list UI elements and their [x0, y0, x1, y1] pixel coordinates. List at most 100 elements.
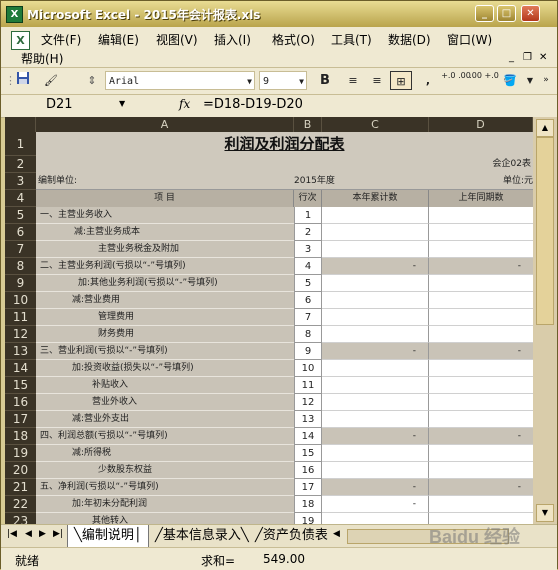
header-line-number[interactable]: 行次 — [294, 190, 322, 207]
column-header-d[interactable]: D — [429, 117, 533, 132]
line-number-cell[interactable]: 12 — [294, 394, 322, 411]
hscroll-left-arrow-icon[interactable]: ◀ — [333, 529, 340, 539]
row-header[interactable]: 3 — [5, 173, 36, 190]
line-number-cell[interactable]: 3 — [294, 241, 322, 258]
last-sheet-icon[interactable]: ▶| — [53, 529, 63, 539]
vertical-scrollbar[interactable]: ▲ ▼ — [533, 117, 557, 524]
previous-year-cell[interactable] — [429, 224, 533, 241]
unit-label[interactable]: 编制单位: — [38, 173, 158, 190]
current-year-cell[interactable]: - — [322, 343, 429, 360]
report-title[interactable]: 利润及利润分配表 — [36, 132, 533, 156]
row-header[interactable]: 20 — [5, 462, 36, 479]
previous-year-cell[interactable] — [429, 394, 533, 411]
menu-window[interactable]: 窗口(W) — [447, 31, 492, 48]
row-header[interactable]: 22 — [5, 496, 36, 513]
line-number-cell[interactable]: 7 — [294, 309, 322, 326]
item-cell[interactable]: 四、利润总额(亏损以“-”号填列) — [36, 428, 294, 445]
previous-year-cell[interactable] — [429, 275, 533, 292]
item-cell[interactable]: 其他转入 — [36, 513, 294, 524]
line-number-cell[interactable]: 10 — [294, 360, 322, 377]
previous-year-cell[interactable] — [429, 309, 533, 326]
previous-year-cell[interactable] — [429, 241, 533, 258]
name-box[interactable]: D21 — [46, 97, 73, 112]
header-previous-year[interactable]: 上年同期数 — [429, 190, 533, 207]
menu-view[interactable]: 视图(V) — [156, 31, 198, 48]
align-center-icon[interactable]: ≡ — [367, 71, 387, 90]
item-cell[interactable]: 减:主营业务成本 — [36, 224, 294, 241]
menu-edit[interactable]: 编辑(E) — [98, 31, 139, 48]
doc-restore-button[interactable]: ❐ — [523, 52, 532, 63]
row-header[interactable]: 1 — [5, 132, 36, 156]
fill-color-dropdown-icon[interactable]: ▼ — [525, 71, 535, 90]
row-header[interactable]: 9 — [5, 275, 36, 292]
toolbar-overflow-icon[interactable]: ⇕ — [87, 71, 97, 90]
format-painter-icon[interactable]: 🖌 — [41, 71, 61, 90]
row-header[interactable]: 15 — [5, 377, 36, 394]
comma-style-button[interactable]: , — [421, 71, 435, 90]
line-number-cell[interactable]: 13 — [294, 411, 322, 428]
item-cell[interactable]: 减:所得税 — [36, 445, 294, 462]
row-header[interactable]: 4 — [5, 190, 36, 207]
column-header-b[interactable]: B — [294, 117, 322, 132]
previous-year-cell[interactable] — [429, 326, 533, 343]
row-header[interactable]: 10 — [5, 292, 36, 309]
previous-year-cell[interactable] — [429, 377, 533, 394]
current-year-cell[interactable] — [322, 394, 429, 411]
current-year-cell[interactable] — [322, 377, 429, 394]
tab-instructions[interactable]: ╲编制说明│ — [67, 525, 149, 548]
current-year-cell[interactable] — [322, 207, 429, 224]
previous-year-cell[interactable] — [429, 496, 533, 513]
current-year-cell[interactable] — [322, 326, 429, 343]
header-item[interactable]: 项 目 — [36, 190, 294, 207]
row-header[interactable]: 13 — [5, 343, 36, 360]
line-number-cell[interactable]: 16 — [294, 462, 322, 479]
report-year[interactable]: 2015年度 — [294, 173, 344, 190]
line-number-cell[interactable]: 11 — [294, 377, 322, 394]
fill-color-icon[interactable]: 🪣 — [499, 71, 521, 90]
scroll-up-arrow-icon[interactable]: ▲ — [536, 119, 554, 137]
item-cell[interactable]: 财务费用 — [36, 326, 294, 343]
doc-minimize-button[interactable]: _ — [509, 52, 514, 63]
menu-format[interactable]: 格式(O) — [272, 31, 315, 48]
item-cell[interactable]: 补贴收入 — [36, 377, 294, 394]
current-year-cell[interactable] — [322, 292, 429, 309]
previous-year-cell[interactable] — [429, 292, 533, 309]
scroll-down-arrow-icon[interactable]: ▼ — [536, 504, 554, 522]
row-header[interactable]: 19 — [5, 445, 36, 462]
excel-app-icon[interactable]: X — [6, 6, 23, 23]
item-cell[interactable]: 三、营业利润(亏损以“-”号填列) — [36, 343, 294, 360]
previous-year-cell[interactable] — [429, 360, 533, 377]
column-header-a[interactable]: A — [36, 117, 294, 132]
current-year-cell[interactable] — [322, 360, 429, 377]
row-header[interactable]: 8 — [5, 258, 36, 275]
current-year-cell[interactable] — [322, 462, 429, 479]
item-cell[interactable]: 二、主营业务利润(亏损以“-”号填列) — [36, 258, 294, 275]
line-number-cell[interactable]: 5 — [294, 275, 322, 292]
merge-center-icon[interactable]: ⊞ — [390, 71, 412, 90]
insert-function-icon[interactable]: fx — [179, 97, 190, 111]
row-header[interactable]: 16 — [5, 394, 36, 411]
row-header[interactable]: 6 — [5, 224, 36, 241]
previous-year-cell[interactable]: - — [429, 343, 533, 360]
current-year-cell[interactable]: - — [322, 258, 429, 275]
item-cell[interactable]: 加:投资收益(损失以“-”号填列) — [36, 360, 294, 377]
current-year-cell[interactable] — [322, 275, 429, 292]
menu-tools[interactable]: 工具(T) — [331, 31, 372, 48]
maximize-button[interactable]: □ — [497, 5, 516, 22]
bold-button[interactable]: B — [315, 71, 335, 90]
item-cell[interactable]: 一、主营业务收入 — [36, 207, 294, 224]
toolbar-grip[interactable]: ⋮ — [5, 71, 16, 90]
row-header[interactable]: 7 — [5, 241, 36, 258]
menu-data[interactable]: 数据(D) — [388, 31, 431, 48]
current-year-cell[interactable] — [322, 224, 429, 241]
item-cell[interactable]: 少数股东权益 — [36, 462, 294, 479]
header-current-year[interactable]: 本年累计数 — [322, 190, 429, 207]
previous-year-cell[interactable] — [429, 445, 533, 462]
menu-help[interactable]: 帮助(H) — [21, 50, 63, 67]
current-year-cell[interactable]: - — [322, 428, 429, 445]
currency-unit[interactable]: 单位:元 — [429, 173, 533, 190]
line-number-cell[interactable]: 6 — [294, 292, 322, 309]
line-number-cell[interactable]: 15 — [294, 445, 322, 462]
select-all-corner[interactable] — [5, 117, 36, 132]
line-number-cell[interactable]: 1 — [294, 207, 322, 224]
